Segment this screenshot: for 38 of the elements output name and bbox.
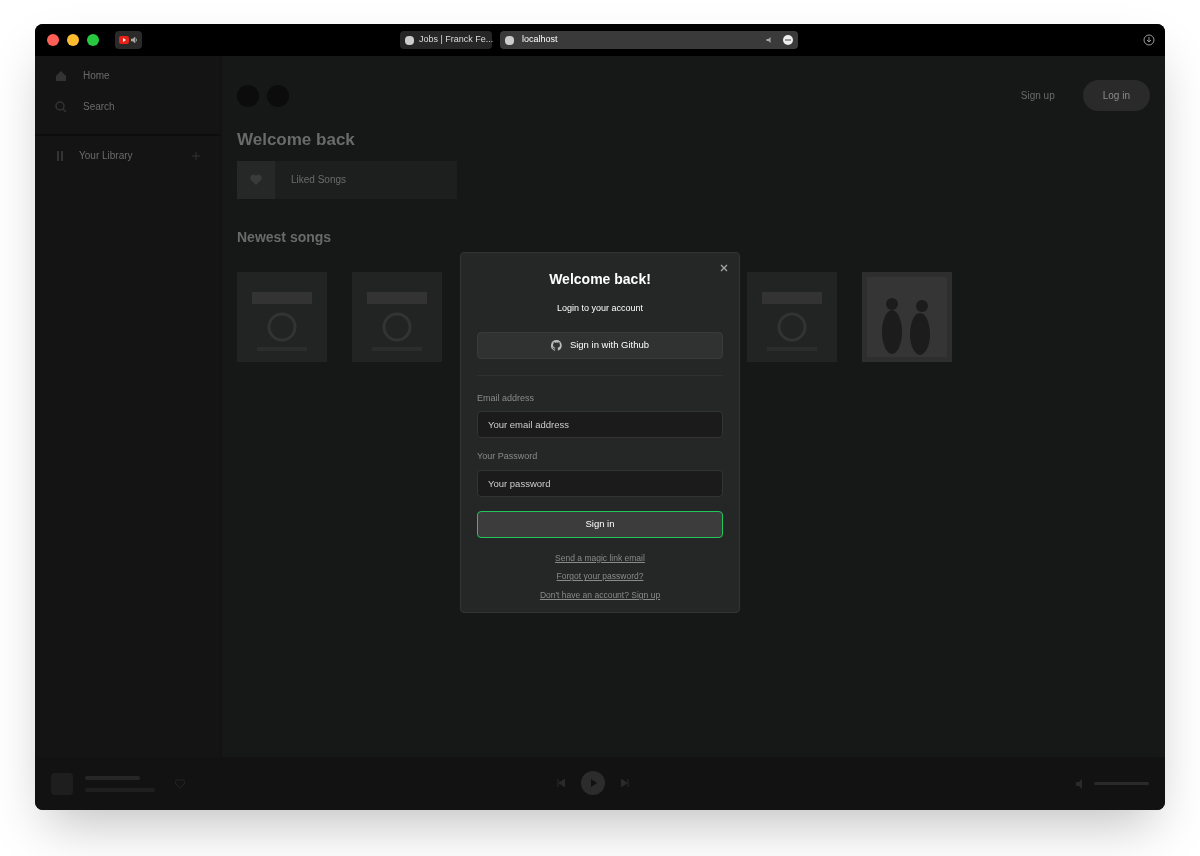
search-icon (55, 100, 67, 113)
dialog-subtitle: Login to your account (555, 302, 645, 315)
dialog-link[interactable]: Send a magic link email (555, 551, 645, 565)
pinned-tab[interactable] (115, 31, 142, 49)
password-label: Your Password (477, 450, 539, 463)
sign-in-button[interactable]: Sign in (477, 510, 723, 538)
tab-title: localhost (522, 33, 558, 47)
close-window-button[interactable] (47, 34, 59, 46)
library-label[interactable]: Your Library (79, 148, 133, 163)
browser-tab[interactable]: Jobs | Franck Fe... (400, 31, 492, 49)
email-field[interactable]: Your email address (477, 411, 723, 438)
dialog-title: Welcome back! (548, 270, 652, 289)
shortcut-card[interactable]: Liked Songs (237, 160, 457, 199)
speaker-icon (130, 36, 139, 44)
download-icon (1143, 34, 1155, 46)
previous-icon (557, 779, 565, 787)
dialog-link[interactable]: Don't have an account? Sign up (539, 589, 661, 602)
zoom-window-button[interactable] (87, 34, 99, 46)
sign-up-link[interactable]: Sign up (1020, 88, 1055, 103)
next-icon (621, 779, 629, 787)
home-icon (55, 69, 67, 82)
tab-title: Jobs | Franck Fe... (419, 33, 494, 47)
greeting-heading: Welcome back (237, 129, 356, 151)
github-sign-in-button[interactable]: Sign in with Github (477, 331, 723, 359)
password-field[interactable]: Your password (477, 469, 723, 497)
section-heading: Newest songs (237, 227, 333, 247)
video-icon (118, 36, 129, 44)
dialog-link[interactable]: Forgot your password? (556, 570, 644, 583)
nav-link[interactable]: Search (83, 99, 115, 114)
more-icon (783, 35, 793, 45)
favicon-icon (405, 35, 414, 45)
browser-tab[interactable]: localhost (500, 31, 798, 49)
nav-link[interactable]: Home (83, 68, 110, 83)
shortcut-label: Liked Songs (291, 173, 347, 187)
email-label: Email address (477, 391, 536, 405)
log-in-button[interactable]: Log in (1082, 80, 1150, 111)
minimize-window-button[interactable] (67, 34, 79, 46)
github-icon (550, 339, 562, 351)
